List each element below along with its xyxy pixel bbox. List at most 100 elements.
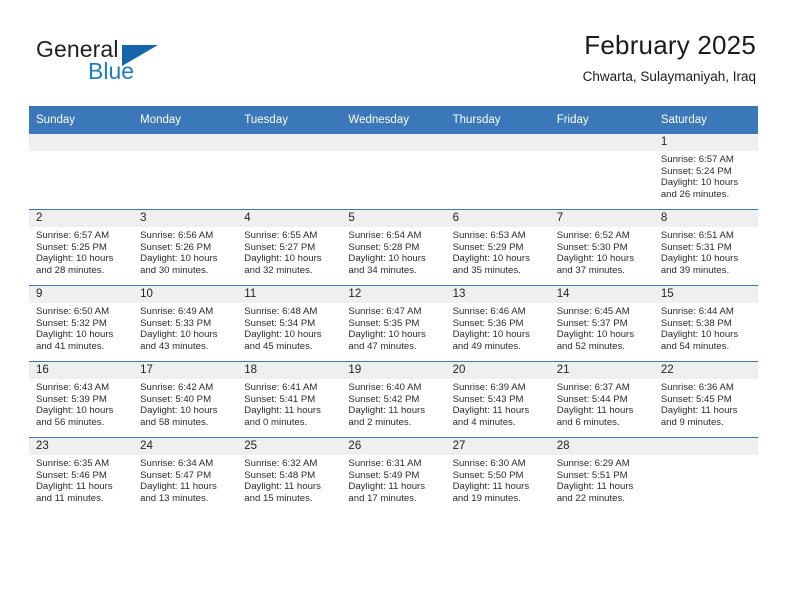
weekday-header-thursday: Thursday [445, 106, 550, 134]
weekday-header-monday: Monday [133, 106, 238, 134]
sunset-text: Sunset: 5:36 PM [452, 317, 524, 329]
day-cell[interactable]: 20 Sunrise: 6:39 AM Sunset: 5:43 PM Dayligh… [445, 361, 550, 438]
daylight-text-line2: and 9 minutes. [660, 416, 724, 428]
day-number [341, 134, 446, 151]
day-number: 18 [237, 362, 342, 379]
sunset-text: Sunset: 5:31 PM [660, 241, 732, 253]
sunset-text: Sunset: 5:51 PM [556, 469, 628, 481]
week-row: 9 Sunrise: 6:50 AM Sunset: 5:32 PM Daylight… [29, 285, 758, 362]
sunrise-text: Sunrise: 6:31 AM [348, 458, 422, 469]
sunrise-text: Sunrise: 6:55 AM [244, 230, 318, 241]
day-cell[interactable]: 4 Sunrise: 6:55 AM Sunset: 5:27 PM Daylight… [237, 209, 342, 286]
day-cell[interactable]: 9 Sunrise: 6:50 AM Sunset: 5:32 PM Daylight… [29, 285, 134, 362]
day-number: 10 [133, 286, 238, 303]
day-cell[interactable]: 17 Sunrise: 6:42 AM Sunset: 5:40 PM Dayligh… [133, 361, 238, 438]
day-number: 3 [133, 210, 238, 227]
day-cell[interactable]: 26 Sunrise: 6:31 AM Sunset: 5:49 PM Dayligh… [341, 437, 446, 513]
daylight-text-line1: Daylight: 11 hours [244, 405, 321, 417]
title-block: February 2025 Chwarta, Sulaymaniyah, Ira… [583, 30, 756, 85]
day-number [653, 438, 758, 455]
day-cell[interactable]: 7 Sunrise: 6:52 AM Sunset: 5:30 PM Daylight… [549, 209, 654, 286]
day-cell[interactable]: 16 Sunrise: 6:43 AM Sunset: 5:39 PM Dayligh… [29, 361, 134, 438]
day-cell[interactable]: 1 Sunrise: 6:57 AM Sunset: 5:24 PM Daylight… [653, 134, 758, 210]
day-number: 27 [445, 438, 550, 455]
sunrise-text: Sunrise: 6:41 AM [244, 382, 318, 393]
daylight-text-line1: Daylight: 10 hours [36, 253, 114, 265]
sunset-text: Sunset: 5:33 PM [140, 317, 212, 329]
day-cell[interactable]: 10 Sunrise: 6:49 AM Sunset: 5:33 PM Dayligh… [133, 285, 238, 362]
day-cell[interactable]: 25 Sunrise: 6:32 AM Sunset: 5:48 PM Dayligh… [237, 437, 342, 513]
day-cell[interactable]: 11 Sunrise: 6:48 AM Sunset: 5:34 PM Dayligh… [237, 285, 342, 362]
daylight-text-line1: Daylight: 10 hours [244, 253, 322, 265]
sunrise-text: Sunrise: 6:44 AM [660, 306, 734, 317]
weekday-header-sunday: Sunday [29, 106, 134, 134]
calendar-body: 1 Sunrise: 6:57 AM Sunset: 5:24 PM Daylight… [29, 134, 758, 513]
calendar-page: General Blue February 2025 Chwarta, Sula… [0, 0, 792, 612]
daylight-text-line1: Daylight: 10 hours [36, 405, 114, 417]
daylight-text-line2: and 37 minutes. [556, 264, 625, 276]
week-row: 23 Sunrise: 6:35 AM Sunset: 5:46 PM Dayligh… [29, 437, 758, 513]
daylight-text-line1: Daylight: 10 hours [660, 329, 739, 341]
daylight-text-line1: Daylight: 10 hours [660, 177, 739, 189]
day-cell[interactable]: 21 Sunrise: 6:37 AM Sunset: 5:44 PM Dayligh… [549, 361, 654, 438]
day-cell-empty [133, 134, 238, 210]
day-cell[interactable]: 28 Sunrise: 6:29 AM Sunset: 5:51 PM Dayligh… [549, 437, 654, 513]
day-cell[interactable]: 15 Sunrise: 6:44 AM Sunset: 5:38 PM Dayligh… [653, 285, 758, 362]
day-number: 28 [549, 438, 654, 455]
week-row: 1 Sunrise: 6:57 AM Sunset: 5:24 PM Daylight… [29, 134, 758, 210]
sunset-text: Sunset: 5:48 PM [244, 469, 316, 481]
sunset-text: Sunset: 5:25 PM [36, 241, 107, 253]
daylight-text-line2: and 22 minutes. [556, 492, 625, 504]
day-cell[interactable]: 27 Sunrise: 6:30 AM Sunset: 5:50 PM Dayligh… [445, 437, 550, 513]
day-cell[interactable]: 6 Sunrise: 6:53 AM Sunset: 5:29 PM Daylight… [445, 209, 550, 286]
daylight-text-line1: Daylight: 10 hours [140, 329, 218, 341]
daylight-text-line2: and 28 minutes. [36, 264, 105, 276]
sunset-text: Sunset: 5:30 PM [556, 241, 628, 253]
daylight-text-line1: Daylight: 11 hours [36, 481, 113, 493]
day-number: 20 [445, 362, 550, 379]
day-cell[interactable]: 3 Sunrise: 6:56 AM Sunset: 5:26 PM Daylight… [133, 209, 238, 286]
day-cell[interactable]: 5 Sunrise: 6:54 AM Sunset: 5:28 PM Daylight… [341, 209, 446, 286]
general-blue-logo[interactable]: General Blue [36, 36, 216, 92]
day-number [445, 134, 550, 151]
sunrise-text: Sunrise: 6:46 AM [452, 306, 526, 317]
sunrise-text: Sunrise: 6:53 AM [452, 230, 526, 241]
daylight-text-line2: and 15 minutes. [244, 492, 313, 504]
day-cell[interactable]: 22 Sunrise: 6:36 AM Sunset: 5:45 PM Dayligh… [653, 361, 758, 438]
daylight-text-line1: Daylight: 11 hours [556, 481, 634, 493]
sunset-text: Sunset: 5:32 PM [36, 317, 107, 329]
day-cell-empty [549, 134, 654, 210]
day-cell[interactable]: 19 Sunrise: 6:40 AM Sunset: 5:42 PM Dayligh… [341, 361, 446, 438]
day-cell[interactable]: 14 Sunrise: 6:45 AM Sunset: 5:37 PM Dayligh… [549, 285, 654, 362]
sunrise-text: Sunrise: 6:52 AM [556, 230, 630, 241]
week-row: 2 Sunrise: 6:57 AM Sunset: 5:25 PM Daylight… [29, 209, 758, 286]
daylight-text-line1: Daylight: 10 hours [348, 329, 426, 341]
day-cell[interactable]: 12 Sunrise: 6:47 AM Sunset: 5:35 PM Dayligh… [341, 285, 446, 362]
page-header: General Blue February 2025 Chwarta, Sula… [0, 0, 792, 104]
weekday-header-saturday: Saturday [653, 106, 758, 134]
day-cell[interactable]: 18 Sunrise: 6:41 AM Sunset: 5:41 PM Dayligh… [237, 361, 342, 438]
sunrise-text: Sunrise: 6:48 AM [244, 306, 318, 317]
daylight-text-line2: and 32 minutes. [244, 264, 313, 276]
day-cell[interactable]: 2 Sunrise: 6:57 AM Sunset: 5:25 PM Daylight… [29, 209, 134, 286]
day-number: 1 [653, 134, 758, 151]
sunset-text: Sunset: 5:24 PM [660, 165, 732, 177]
daylight-text-line1: Daylight: 11 hours [556, 405, 634, 417]
day-cell[interactable]: 23 Sunrise: 6:35 AM Sunset: 5:46 PM Dayligh… [29, 437, 134, 513]
daylight-text-line2: and 49 minutes. [452, 340, 521, 352]
sunset-text: Sunset: 5:26 PM [140, 241, 212, 253]
sunrise-text: Sunrise: 6:49 AM [140, 306, 214, 317]
day-cell[interactable]: 8 Sunrise: 6:51 AM Sunset: 5:31 PM Daylight… [653, 209, 758, 286]
daylight-text-line2: and 52 minutes. [556, 340, 625, 352]
logo-text-blue: Blue [88, 58, 135, 84]
sunset-text: Sunset: 5:37 PM [556, 317, 628, 329]
sunset-text: Sunset: 5:39 PM [36, 393, 107, 405]
day-number: 19 [341, 362, 446, 379]
sunrise-text: Sunrise: 6:56 AM [140, 230, 214, 241]
sunset-text: Sunset: 5:42 PM [348, 393, 420, 405]
daylight-text-line2: and 19 minutes. [452, 492, 521, 504]
day-cell[interactable]: 24 Sunrise: 6:34 AM Sunset: 5:47 PM Dayligh… [133, 437, 238, 513]
daylight-text-line1: Daylight: 10 hours [244, 329, 322, 341]
daylight-text-line2: and 26 minutes. [660, 188, 730, 200]
day-cell[interactable]: 13 Sunrise: 6:46 AM Sunset: 5:36 PM Dayligh… [445, 285, 550, 362]
